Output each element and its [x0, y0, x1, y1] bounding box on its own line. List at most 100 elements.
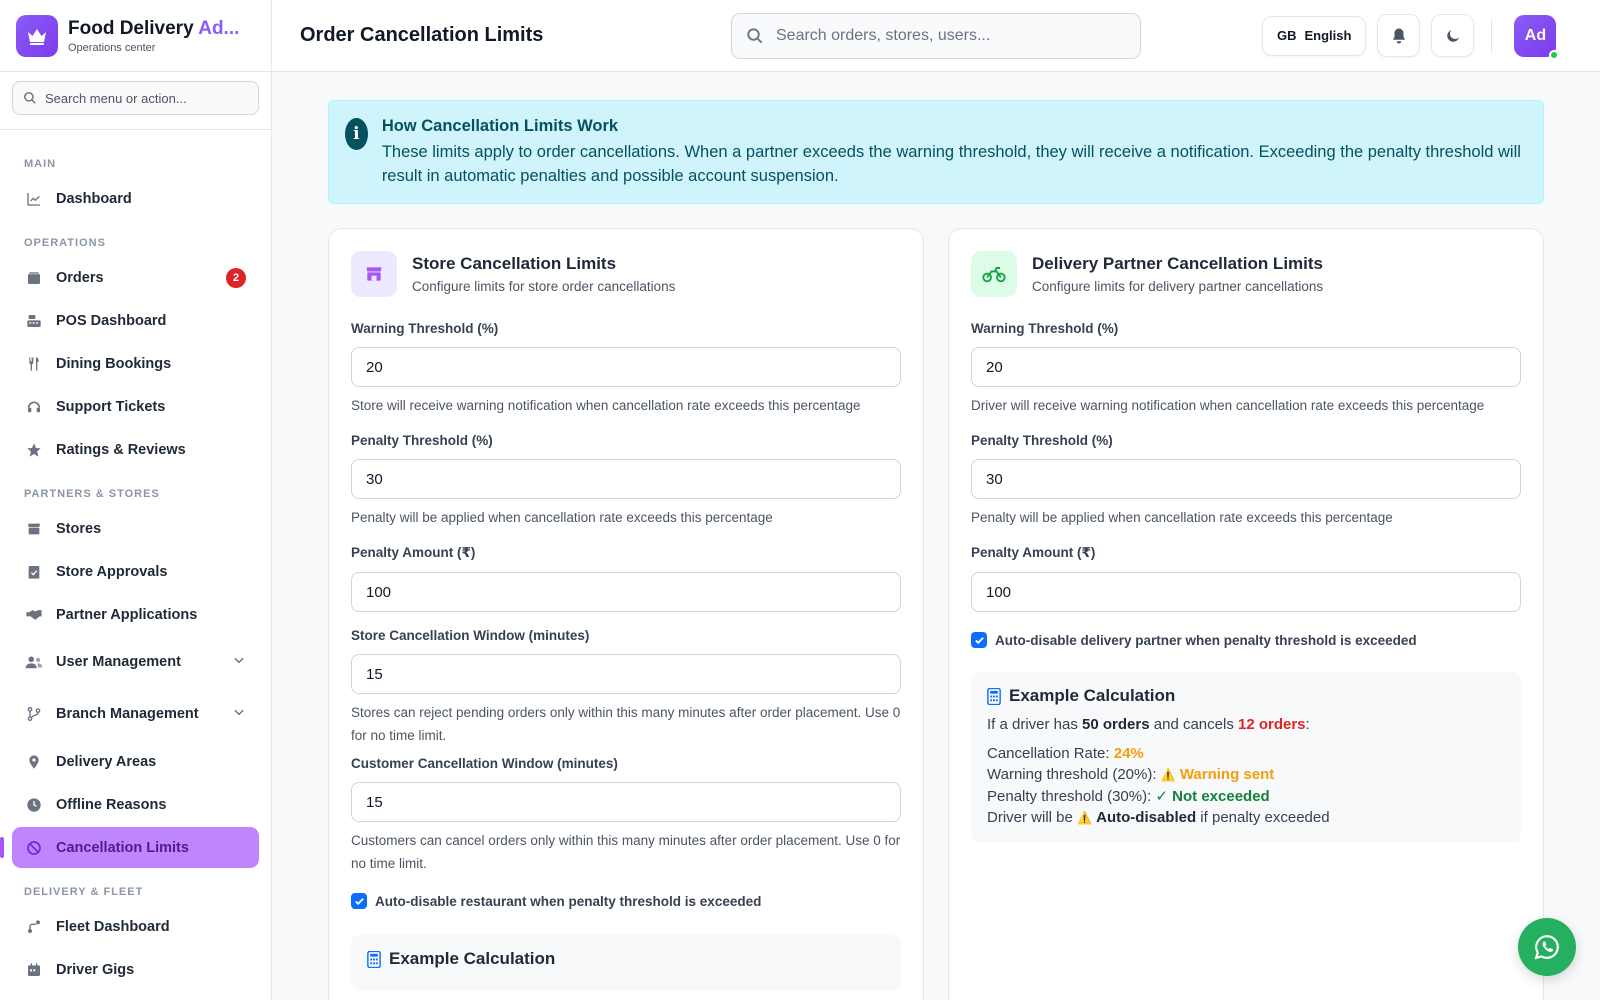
brand-title: Food Delivery Ad... — [68, 17, 240, 39]
driver-auto-disable-row[interactable]: Auto-disable delivery partner when penal… — [971, 632, 1521, 648]
flag-icon: GB — [1277, 28, 1297, 43]
example-penalty: Penalty threshold (30%): ✓ Not exceeded — [987, 788, 1270, 805]
customer-cancellation-window-input[interactable] — [351, 782, 901, 822]
field-help: Stores can reject pending orders only wi… — [351, 705, 901, 743]
sidebar-search[interactable] — [12, 81, 259, 115]
chart-line-icon — [25, 190, 43, 208]
user-avatar[interactable]: Ad — [1514, 14, 1560, 60]
store-penalty-threshold-input[interactable] — [351, 459, 901, 499]
calculator-icon — [367, 950, 381, 968]
driver-penalty-amount-input[interactable] — [971, 572, 1521, 612]
nav-section-delivery: DELIVERY & FLEET — [24, 886, 144, 898]
sidebar-item-pos[interactable]: POS Dashboard — [12, 300, 259, 341]
sidebar-item-partner-applications[interactable]: Partner Applications — [12, 594, 259, 635]
field-label: Penalty Threshold (%) — [351, 433, 493, 448]
sidebar-item-label: Dining Bookings — [56, 355, 172, 372]
sidebar-item-cancellation-limits[interactable]: Cancellation Limits — [0, 827, 259, 868]
nav-section-partners: PARTNERS & STORES — [24, 488, 160, 500]
field-help: Penalty will be applied when cancellatio… — [971, 510, 1393, 525]
sidebar-item-label: Store Approvals — [56, 563, 168, 580]
sidebar-item-support[interactable]: Support Tickets — [12, 386, 259, 427]
sidebar-item-dining[interactable]: Dining Bookings — [12, 343, 259, 384]
global-search-input[interactable] — [776, 26, 1116, 45]
sidebar-item-user-management[interactable]: User Management — [12, 637, 259, 687]
brand[interactable]: Food Delivery Ad... Operations center — [0, 0, 271, 72]
sidebar-item-label: Cancellation Limits — [56, 839, 189, 856]
sidebar: Food Delivery Ad... Operations center MA… — [0, 0, 272, 1000]
example-warning: Warning threshold (20%): ⚠️ Warning sent — [987, 766, 1275, 783]
store-cancellation-window-input[interactable] — [351, 654, 901, 694]
sidebar-item-label: POS Dashboard — [56, 312, 167, 329]
sidebar-nav: MAIN Dashboard OPERATIONS Orders 2 POS D… — [0, 130, 271, 990]
example-title: Example Calculation — [389, 949, 556, 968]
sidebar-item-delivery-areas[interactable]: Delivery Areas — [12, 741, 259, 782]
sidebar-item-label: Delivery Areas — [56, 753, 157, 770]
route-icon — [25, 918, 43, 936]
box-icon — [25, 269, 43, 287]
brand-subtitle: Operations center — [68, 41, 156, 54]
check-icon: ✓ — [1155, 788, 1168, 805]
top-header: Order Cancellation Limits GB English Ad — [272, 0, 1600, 72]
search-icon — [747, 27, 763, 43]
field-label: Penalty Amount (₹) — [971, 545, 1096, 560]
sidebar-item-fleet-dashboard[interactable]: Fleet Dashboard — [12, 906, 259, 947]
example-rate: Cancellation Rate: 24% — [987, 745, 1144, 762]
sidebar-item-label: Driver Gigs — [56, 961, 135, 978]
handshake-icon — [25, 606, 43, 624]
store-penalty-amount-input[interactable] — [351, 572, 901, 612]
sidebar-item-label: Offline Reasons — [56, 796, 167, 813]
sidebar-search-input[interactable] — [45, 90, 235, 106]
example-disable: Driver will be ⚠️ Auto-disabled if penal… — [987, 809, 1330, 826]
driver-limits-card: Delivery Partner Cancellation Limits Con… — [948, 228, 1544, 1000]
sidebar-item-dashboard[interactable]: Dashboard — [12, 178, 259, 219]
calculator-icon — [987, 687, 1001, 705]
field-label: Penalty Amount (₹) — [351, 545, 476, 560]
field-label: Customer Cancellation Window (minutes) — [351, 756, 618, 771]
search-icon — [24, 92, 36, 104]
online-status-dot — [1549, 49, 1560, 60]
map-pin-icon — [25, 753, 43, 771]
store-auto-disable-checkbox[interactable] — [351, 893, 367, 909]
whatsapp-icon — [1534, 935, 1559, 960]
info-body: These limits apply to order cancellation… — [381, 143, 1521, 185]
header-divider — [1491, 17, 1493, 54]
sidebar-item-label: Orders — [56, 269, 104, 286]
headset-icon — [25, 398, 43, 416]
field-help: Driver will receive warning notification… — [971, 398, 1485, 413]
driver-auto-disable-checkbox[interactable] — [971, 632, 987, 648]
sidebar-item-stores[interactable]: Stores — [12, 508, 259, 549]
theme-toggle-button[interactable] — [1431, 14, 1475, 57]
card-title: Delivery Partner Cancellation Limits — [1032, 254, 1323, 273]
sidebar-item-orders[interactable]: Orders 2 — [12, 257, 259, 298]
driver-penalty-threshold-input[interactable] — [971, 459, 1521, 499]
sidebar-item-branch-management[interactable]: Branch Management — [12, 689, 259, 739]
sidebar-item-label: Dashboard — [56, 190, 132, 207]
field-help: Store will receive warning notification … — [351, 398, 861, 413]
sidebar-item-offline-reasons[interactable]: Offline Reasons — [12, 784, 259, 825]
global-search[interactable] — [731, 12, 1141, 59]
moon-icon — [1447, 29, 1459, 42]
clock-icon — [25, 796, 43, 814]
sidebar-item-store-approvals[interactable]: Store Approvals — [12, 551, 259, 592]
sidebar-item-label: Ratings & Reviews — [56, 441, 186, 458]
sidebar-item-label: User Management — [56, 654, 181, 670]
info-icon: i — [345, 118, 368, 150]
sidebar-item-ratings[interactable]: Ratings & Reviews — [12, 429, 259, 470]
sidebar-item-driver-gigs[interactable]: Driver Gigs — [12, 949, 259, 990]
store-auto-disable-row[interactable]: Auto-disable restaurant when penalty thr… — [351, 893, 901, 909]
field-label: Warning Threshold (%) — [971, 321, 1119, 336]
notifications-button[interactable] — [1377, 14, 1421, 57]
page-title: Order Cancellation Limits — [300, 24, 544, 46]
field-label: Warning Threshold (%) — [351, 321, 499, 336]
avatar-initials: Ad — [1524, 26, 1547, 44]
field-help: Customers can cancel orders only within … — [351, 833, 901, 871]
motorcycle-icon — [971, 251, 1017, 297]
store-limits-card: Store Cancellation Limits Configure limi… — [328, 228, 924, 1000]
store-warning-threshold-input[interactable] — [351, 347, 901, 387]
language-selector[interactable]: GB English — [1262, 15, 1367, 56]
chevron-down-icon — [232, 705, 246, 723]
driver-warning-threshold-input[interactable] — [971, 347, 1521, 387]
field-help: Penalty will be applied when cancellatio… — [351, 510, 773, 525]
whatsapp-chat-button[interactable] — [1518, 918, 1576, 976]
checkbox-label: Auto-disable restaurant when penalty thr… — [375, 893, 762, 909]
